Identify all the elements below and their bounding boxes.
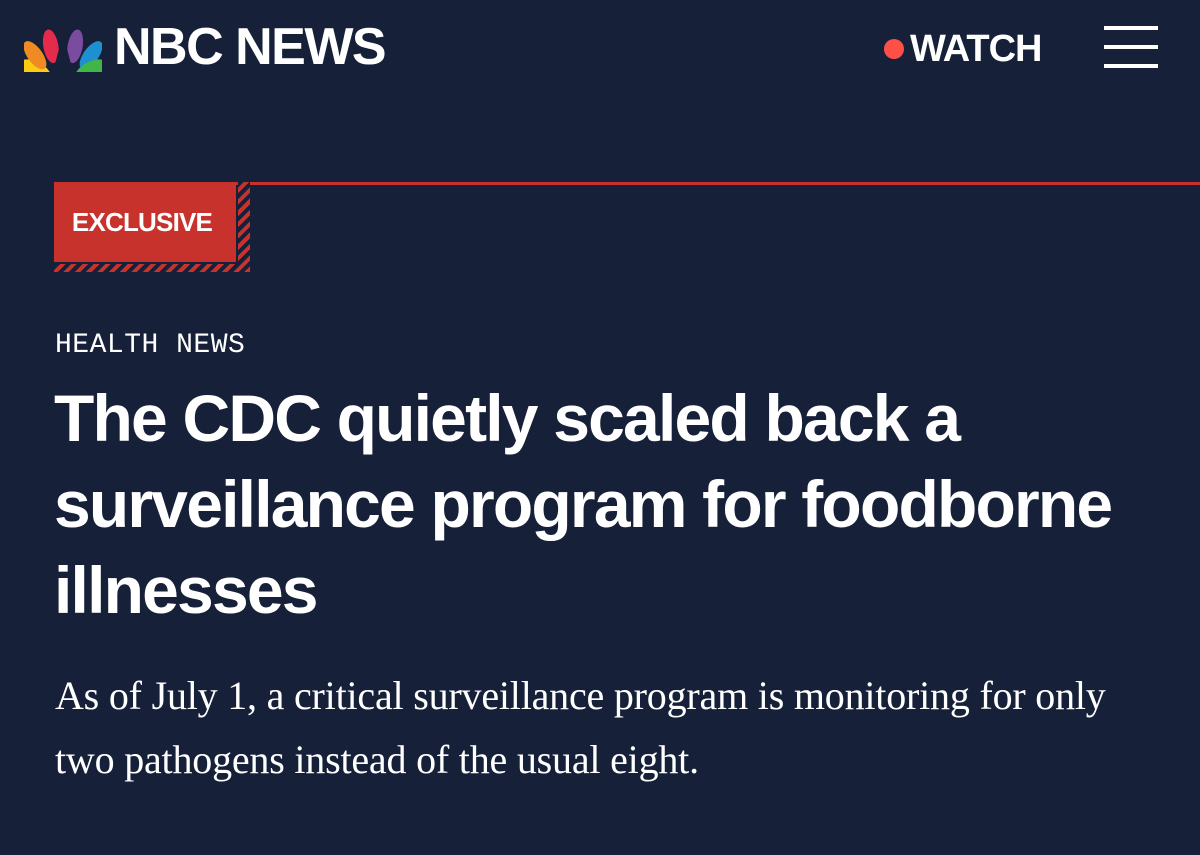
badge-label: EXCLUSIVE <box>71 206 213 237</box>
watch-label: WATCH <box>910 28 1042 70</box>
brand-name: NBC NEWS <box>114 18 387 76</box>
article-dek: As of July 1, a critical surveillance pr… <box>55 673 1106 782</box>
live-dot-icon <box>884 39 904 59</box>
article-headline: The CDC quietly scaled back a surveillan… <box>54 381 1113 627</box>
badge-stripe-decoration <box>238 182 250 272</box>
watch-button[interactable]: WATCH <box>884 26 1042 72</box>
menu-bar <box>1104 64 1158 68</box>
nbc-news-logo-link[interactable]: NBC NEWS <box>24 16 387 78</box>
peacock-icon <box>24 29 102 72</box>
section-link-health-news[interactable]: HEALTH NEWS <box>55 332 245 360</box>
site-header: NBC NEWS WATCH <box>0 0 1200 100</box>
badge-stripe-decoration <box>54 264 250 272</box>
hamburger-menu-icon[interactable] <box>1104 26 1158 70</box>
menu-bar <box>1104 26 1158 30</box>
exclusive-badge: EXCLUSIVE <box>54 182 250 272</box>
menu-bar <box>1104 45 1158 49</box>
badge-box: EXCLUSIVE <box>54 182 236 262</box>
